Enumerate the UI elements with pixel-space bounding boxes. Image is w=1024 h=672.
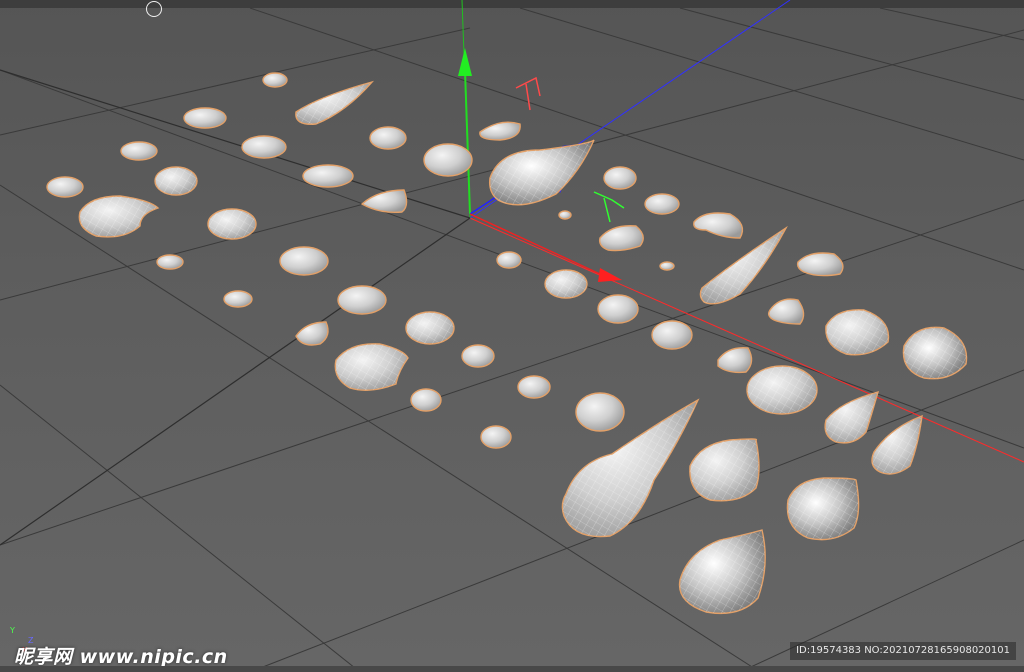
droplet-mesh [597, 294, 639, 324]
droplet-mesh [46, 176, 84, 198]
droplet-mesh [183, 107, 227, 129]
circle-cursor-icon [146, 1, 162, 17]
image-id-watermark: ID:19574383 NO:20210728165908020101 [790, 642, 1016, 660]
droplet-mesh [262, 72, 288, 88]
y-axis-label: Y [10, 626, 15, 635]
viewport-scene[interactable] [0, 0, 1024, 672]
droplet-mesh [302, 164, 354, 188]
droplet-mesh [693, 212, 744, 239]
droplet-mesh [479, 121, 521, 141]
droplet-mesh [659, 261, 675, 271]
droplet-mesh [717, 347, 753, 374]
droplet-mesh [796, 252, 844, 277]
droplet-mesh [223, 290, 253, 308]
viewport-bottom-bar [0, 666, 1024, 672]
droplet-mesh [337, 285, 387, 315]
droplet-mesh [410, 388, 442, 412]
droplet-mesh [279, 246, 329, 276]
droplet-mesh [603, 166, 637, 190]
plane-handle-icon [593, 191, 625, 223]
3d-viewport[interactable]: Y Z X 昵享网 www.nipic.cn ID:19574383 NO:20… [0, 0, 1024, 672]
droplet-mesh [558, 210, 572, 220]
world-axes [0, 0, 1024, 546]
droplet-mesh [156, 254, 184, 270]
droplet-mesh [651, 320, 693, 350]
droplet-mesh [360, 189, 408, 214]
brand-watermark: 昵享网 www.nipic.cn [14, 646, 228, 668]
droplet-mesh [369, 126, 407, 150]
droplet-mesh [496, 251, 522, 269]
x-axis-arrow-icon [598, 268, 622, 282]
droplet-mesh [461, 344, 495, 368]
y-axis-arrow-icon [458, 48, 472, 76]
droplet-mesh [241, 135, 287, 159]
droplet-mesh [644, 193, 680, 215]
droplet-mesh [120, 141, 158, 161]
droplet-mesh [575, 392, 625, 432]
droplet-mesh [767, 298, 805, 325]
droplet-mesh [295, 321, 329, 346]
droplet-mesh [480, 425, 512, 449]
droplet-mesh [423, 143, 473, 177]
droplet-mesh [598, 225, 644, 252]
droplet-mesh [517, 375, 551, 399]
